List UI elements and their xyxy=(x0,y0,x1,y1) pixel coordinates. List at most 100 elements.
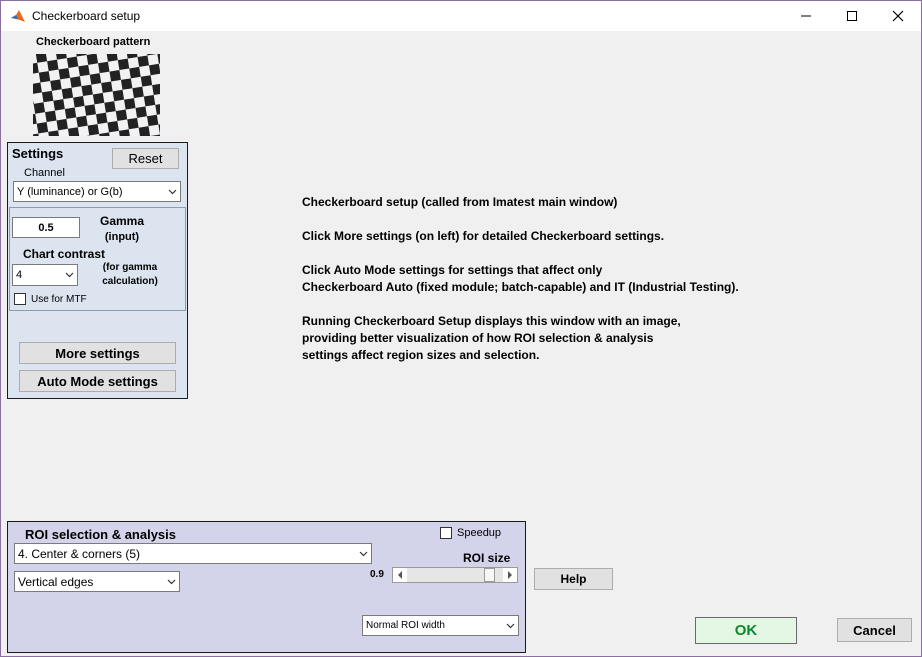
checker-square xyxy=(107,120,119,133)
checker-square xyxy=(53,99,65,111)
checker-square xyxy=(81,84,93,97)
checker-square xyxy=(33,82,42,94)
chevron-down-icon xyxy=(503,616,518,635)
checker-square xyxy=(132,86,144,99)
roi-title: ROI selection & analysis xyxy=(25,527,177,542)
chevron-down-icon xyxy=(62,265,77,285)
checker-square xyxy=(89,73,102,85)
checker-square xyxy=(143,94,156,107)
checkerboard-setup-window: Checkerboard setup Checkerboard pattern … xyxy=(0,0,922,657)
checker-square xyxy=(87,124,100,136)
chart-contrast-label: Chart contrast xyxy=(23,247,106,261)
minimize-icon xyxy=(801,15,811,17)
checker-square xyxy=(86,54,99,65)
title-bar[interactable]: Checkerboard setup xyxy=(1,1,921,31)
chevron-down-icon xyxy=(165,182,180,201)
maximize-button[interactable] xyxy=(829,1,875,31)
checker-square xyxy=(78,64,90,77)
settings-panel: Settings Reset Channel Y (luminance) or … xyxy=(7,142,188,399)
info-line-6: providing better visualization of how RO… xyxy=(302,331,654,345)
use-for-mtf-checkbox[interactable] xyxy=(14,293,26,305)
checker-square xyxy=(67,127,80,136)
roi-selection-value: 4. Center & corners (5) xyxy=(18,546,141,561)
auto-mode-settings-button[interactable]: Auto Mode settings xyxy=(19,370,176,392)
close-button[interactable] xyxy=(875,1,921,31)
checker-square xyxy=(115,109,128,121)
speedup-label: Speedup xyxy=(457,527,502,539)
checker-square xyxy=(117,58,130,71)
chart-contrast-value: 4 xyxy=(16,269,23,281)
channel-label: Channel xyxy=(24,167,65,179)
checker-square xyxy=(47,59,59,72)
checker-square xyxy=(61,87,74,100)
checker-square xyxy=(146,114,159,127)
roi-size-slider[interactable] xyxy=(392,567,518,583)
info-line-4: Checkerboard Auto (fixed module; batch-c… xyxy=(302,280,739,294)
checker-square xyxy=(64,107,77,119)
checker-square xyxy=(109,70,121,82)
speedup-checkbox[interactable] xyxy=(440,527,452,539)
edges-select[interactable]: Vertical edges xyxy=(14,571,180,592)
settings-title: Settings xyxy=(12,146,64,161)
slider-left-arrow-icon[interactable] xyxy=(393,568,407,582)
checker-square xyxy=(50,79,62,91)
slider-thumb[interactable] xyxy=(483,568,495,582)
checker-square xyxy=(120,78,133,90)
gamma-calc-label: (for gamma xyxy=(102,262,158,273)
slider-right-arrow-icon[interactable] xyxy=(503,568,517,582)
gamma-input-sublabel: (input) xyxy=(104,231,140,243)
channel-value: Y (luminance) or G(b) xyxy=(17,185,123,198)
edges-value: Vertical edges xyxy=(18,574,94,589)
checker-square xyxy=(45,110,57,123)
roi-size-value: 0.9 xyxy=(370,569,384,580)
matlab-icon xyxy=(10,8,26,24)
info-line-3: Click Auto Mode settings for settings th… xyxy=(302,263,603,277)
checker-square xyxy=(149,63,160,76)
checker-square xyxy=(56,118,68,131)
channel-select[interactable]: Y (luminance) or G(b) xyxy=(13,181,181,202)
roi-width-value: Normal ROI width xyxy=(366,620,445,631)
checker-square xyxy=(96,112,108,125)
info-line-1: Checkerboard setup (called from Imatest … xyxy=(302,195,618,209)
info-line-5: Running Checkerboard Setup displays this… xyxy=(302,314,681,328)
checker-square xyxy=(124,98,136,110)
help-button[interactable]: Help xyxy=(534,568,613,590)
roi-selection-select[interactable]: 4. Center & corners (5) xyxy=(14,543,372,564)
pattern-label: Checkerboard pattern xyxy=(36,36,151,48)
checker-square xyxy=(38,71,51,83)
checker-square xyxy=(101,81,113,93)
checker-square xyxy=(138,126,151,136)
checker-square xyxy=(73,96,85,108)
chart-contrast-select[interactable]: 4 xyxy=(12,264,78,286)
cancel-button[interactable]: Cancel xyxy=(837,618,912,642)
close-icon xyxy=(892,10,904,22)
info-line-7: settings affect region sizes and selecti… xyxy=(302,348,540,362)
gamma-input[interactable]: 0.5 xyxy=(12,217,80,238)
reset-button[interactable]: Reset xyxy=(112,148,179,169)
info-line-2: Click More settings (on left) for detail… xyxy=(302,229,665,243)
roi-width-select[interactable]: Normal ROI width xyxy=(362,615,519,636)
checker-square xyxy=(137,55,150,67)
checker-square xyxy=(69,76,82,88)
checkerboard-image xyxy=(33,54,160,136)
more-settings-button[interactable]: More settings xyxy=(19,342,176,364)
checker-square xyxy=(76,115,88,128)
checker-square xyxy=(66,56,79,68)
checker-square xyxy=(58,67,70,80)
checker-square xyxy=(33,102,46,114)
checker-square xyxy=(140,75,153,87)
maximize-icon xyxy=(847,11,857,21)
checker-square xyxy=(92,92,105,105)
checker-square xyxy=(127,117,139,130)
checker-square xyxy=(41,90,54,103)
use-for-mtf-label: Use for MTF xyxy=(31,294,87,305)
checker-square xyxy=(35,54,48,63)
gamma-calc-label-2: calculation) xyxy=(102,276,158,287)
checker-square xyxy=(135,106,147,118)
minimize-button[interactable] xyxy=(783,1,829,31)
gamma-label: Gamma xyxy=(99,214,145,228)
window-title: Checkerboard setup xyxy=(32,9,141,23)
checker-square xyxy=(36,122,49,134)
ok-button[interactable]: OK xyxy=(695,617,797,644)
checker-square xyxy=(84,104,97,116)
